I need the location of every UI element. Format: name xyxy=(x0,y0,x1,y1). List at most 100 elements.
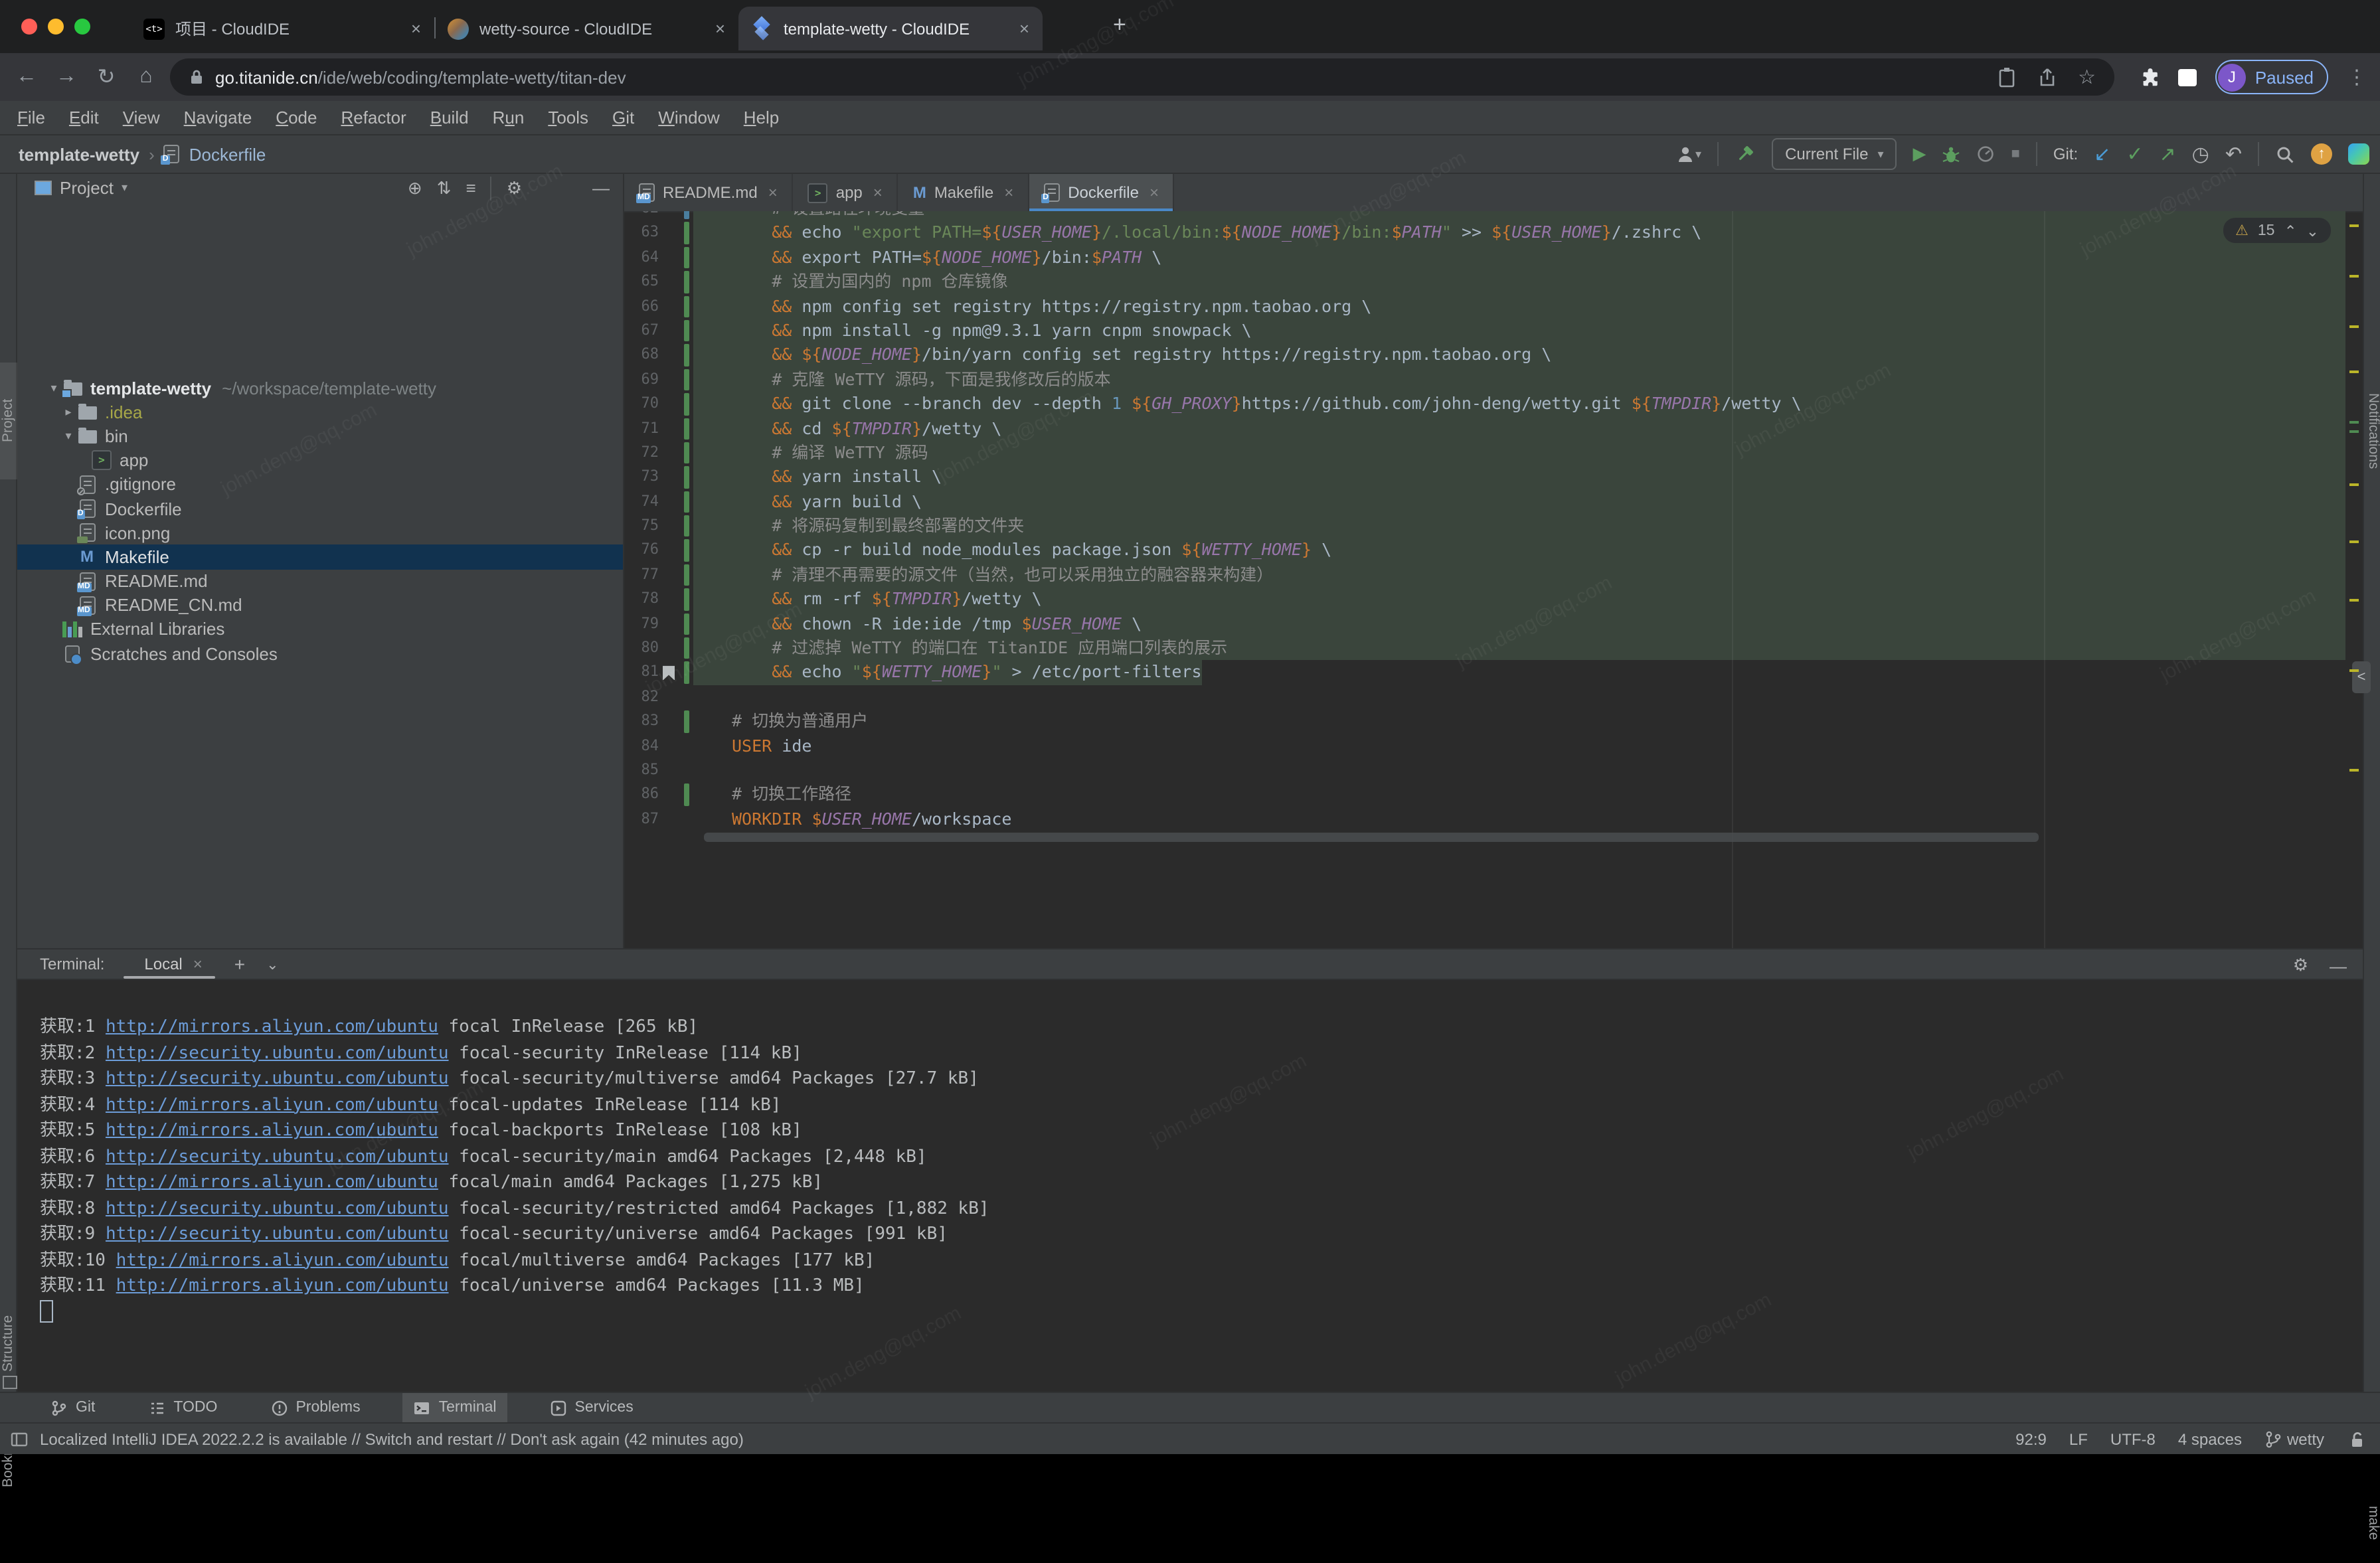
browser-menu-icon[interactable]: ⋮ xyxy=(2347,65,2367,89)
build-hammer-icon[interactable] xyxy=(1735,143,1756,165)
code-area[interactable]: 62 # 设置路径环境变量 63 && echo "export PATH=${… xyxy=(624,211,2363,831)
terminal-link[interactable]: http://security.ubuntu.com/ubuntu xyxy=(106,1224,449,1244)
stripe-mark[interactable] xyxy=(2349,540,2359,543)
forward-icon[interactable]: → xyxy=(48,53,85,101)
run-icon[interactable]: ▶ xyxy=(1913,143,1926,165)
code-line-73[interactable]: 73 && yarn install \ xyxy=(624,465,2363,490)
close-icon[interactable]: × xyxy=(193,955,203,973)
profile-chip[interactable]: J Paused xyxy=(2215,60,2328,94)
code-line-82[interactable]: 82 xyxy=(624,685,2363,710)
breadcrumb-project[interactable]: template-wetty xyxy=(19,144,139,164)
clipboard-icon[interactable] xyxy=(1997,66,2015,88)
tree-item-app[interactable]: > app xyxy=(17,448,623,472)
menu-run[interactable]: Run xyxy=(481,108,537,127)
terminal-link[interactable]: http://mirrors.aliyun.com/ubuntu xyxy=(116,1276,449,1296)
code-line-83[interactable]: 83 # 切换为普通用户 xyxy=(624,709,2363,734)
tab-close-icon[interactable]: × xyxy=(1019,19,1029,39)
tree-item-Makefile[interactable]: M Makefile xyxy=(17,545,623,569)
terminal-link[interactable]: http://mirrors.aliyun.com/ubuntu xyxy=(106,1017,438,1037)
tab-close-icon[interactable]: × xyxy=(715,19,725,39)
prev-problem-icon[interactable]: ⌃ xyxy=(2284,221,2296,240)
tree-item-README_CN.md[interactable]: MD README_CN.md xyxy=(17,593,623,617)
strip-make[interactable]: make xyxy=(2364,1483,2380,1563)
git-commit-icon[interactable]: ✓ xyxy=(2126,142,2143,166)
stripe-mark[interactable] xyxy=(2349,669,2359,672)
side-panel-icon[interactable] xyxy=(2178,68,2197,86)
ide-gradient-icon[interactable] xyxy=(2348,143,2369,165)
menu-build[interactable]: Build xyxy=(418,108,481,127)
terminal-prompt[interactable] xyxy=(40,1299,2363,1328)
menu-file[interactable]: File xyxy=(5,108,57,127)
menu-view[interactable]: View xyxy=(111,108,172,127)
editor-content[interactable]: 62 # 设置路径环境变量 63 && echo "export PATH=${… xyxy=(624,211,2363,948)
toolwindow-terminal[interactable]: Terminal xyxy=(403,1393,507,1422)
terminal-link[interactable]: http://security.ubuntu.com/ubuntu xyxy=(106,1147,449,1167)
status-panel-icon[interactable] xyxy=(11,1431,28,1447)
terminal-link[interactable]: http://security.ubuntu.com/ubuntu xyxy=(106,1198,449,1218)
tree-arrow-icon[interactable]: ▸ xyxy=(61,405,76,420)
file-encoding[interactable]: UTF-8 xyxy=(2110,1430,2156,1448)
new-tab-button[interactable]: + xyxy=(1113,12,1126,39)
menu-navigate[interactable]: Navigate xyxy=(172,108,264,127)
menu-edit[interactable]: Edit xyxy=(57,108,111,127)
inspection-widget[interactable]: ⚠ 15 ⌃ ⌄ xyxy=(2223,218,2331,243)
rollback-icon[interactable]: ↶ xyxy=(2225,142,2242,166)
menu-window[interactable]: Window xyxy=(646,108,732,127)
tree-item-icon.png[interactable]: icon.png xyxy=(17,521,623,544)
terminal-settings-gear-icon[interactable]: ⚙ xyxy=(2293,955,2308,976)
code-line-71[interactable]: 71 && cd ${TMPDIR}/wetty \ xyxy=(624,416,2363,441)
tab-close-icon[interactable]: × xyxy=(411,19,421,39)
code-line-67[interactable]: 67 && npm install -g npm@9.3.1 yarn cnpm… xyxy=(624,319,2363,343)
bookmark-icon[interactable] xyxy=(663,666,675,681)
close-window-icon[interactable] xyxy=(21,19,37,35)
code-line-72[interactable]: 72 # 编译 WeTTY 源码 xyxy=(624,441,2363,465)
code-line-81[interactable]: 81 && echo "${WETTY_HOME}" > /etc/port-f… xyxy=(624,661,2363,685)
tree-item-.idea[interactable]: ▸ .idea xyxy=(17,400,623,424)
stripe-mark[interactable] xyxy=(2349,599,2359,602)
project-panel-title[interactable]: Project ▾ xyxy=(35,174,128,202)
git-update-icon[interactable]: ↙ xyxy=(2094,142,2110,166)
git-branch-widget[interactable]: wetty xyxy=(2264,1430,2324,1448)
terminal-link[interactable]: http://security.ubuntu.com/ubuntu xyxy=(106,1043,449,1063)
home-icon[interactable]: ⌂ xyxy=(128,53,165,101)
browser-tab[interactable]: template-wetty - CloudIDE × xyxy=(738,7,1043,50)
browser-tab[interactable]: wetty-source - CloudIDE × xyxy=(434,7,738,50)
terminal-link[interactable]: http://mirrors.aliyun.com/ubuntu xyxy=(106,1173,438,1193)
tree-item-template-wetty[interactable]: ▾ template-wetty ~/workspace/template-we… xyxy=(17,376,623,400)
project-user-icon[interactable]: ▾ xyxy=(1675,144,1701,164)
menu-help[interactable]: Help xyxy=(732,108,792,127)
terminal-link[interactable]: http://mirrors.aliyun.com/ubuntu xyxy=(106,1095,438,1115)
strip-project[interactable]: Project xyxy=(0,363,17,479)
tree-item-bin[interactable]: ▾ bin xyxy=(17,424,623,448)
code-line-79[interactable]: 79 && chown -R ide:ide /tmp $USER_HOME \ xyxy=(624,612,2363,636)
terminal-link[interactable]: http://mirrors.aliyun.com/ubuntu xyxy=(116,1250,449,1270)
tree-item-Dockerfile[interactable]: D Dockerfile xyxy=(17,497,623,521)
search-icon[interactable] xyxy=(2275,144,2295,164)
code-line-84[interactable]: 84 USER ide xyxy=(624,734,2363,758)
stripe-mark[interactable] xyxy=(2349,421,2359,424)
editor-tab-Makefile[interactable]: MMakefile × xyxy=(898,174,1029,211)
code-line-70[interactable]: 70 && git clone --branch dev --depth 1 $… xyxy=(624,392,2363,416)
code-line-63[interactable]: 63 && echo "export PATH=${USER_HOME}/.lo… xyxy=(624,221,2363,246)
maximize-window-icon[interactable] xyxy=(74,19,90,35)
tree-item-ExternalLibraries[interactable]: External Libraries xyxy=(17,617,623,641)
history-clock-icon[interactable]: ◷ xyxy=(2192,142,2209,166)
back-icon[interactable]: ← xyxy=(8,53,45,101)
unlocked-padlock-icon[interactable] xyxy=(2347,1430,2367,1448)
code-line-85[interactable]: 85 xyxy=(624,758,2363,783)
terminal-link[interactable]: http://mirrors.aliyun.com/ubuntu xyxy=(106,1121,438,1141)
code-line-65[interactable]: 65 # 设置为国内的 npm 仓库镜像 xyxy=(624,270,2363,294)
stripe-mark[interactable] xyxy=(2349,275,2359,278)
expand-all-icon[interactable]: ⇅ xyxy=(437,177,452,199)
code-line-86[interactable]: 86 # 切换工作路径 xyxy=(624,783,2363,807)
tree-item-README.md[interactable]: MD README.md xyxy=(17,569,623,593)
toolwindow-services[interactable]: Services xyxy=(539,1393,644,1422)
code-line-62[interactable]: 62 # 设置路径环境变量 xyxy=(624,211,2363,221)
terminal-tab-local[interactable]: Local × xyxy=(139,949,207,979)
code-line-76[interactable]: 76 && cp -r build node_modules package.j… xyxy=(624,538,2363,563)
code-line-87[interactable]: 87 WORKDIR $USER_HOME/workspace xyxy=(624,807,2363,832)
debug-bug-icon[interactable] xyxy=(1942,144,1961,164)
code-line-66[interactable]: 66 && npm config set registry https://re… xyxy=(624,294,2363,319)
git-push-icon[interactable]: ↗ xyxy=(2160,142,2176,166)
menu-refactor[interactable]: Refactor xyxy=(329,108,418,127)
